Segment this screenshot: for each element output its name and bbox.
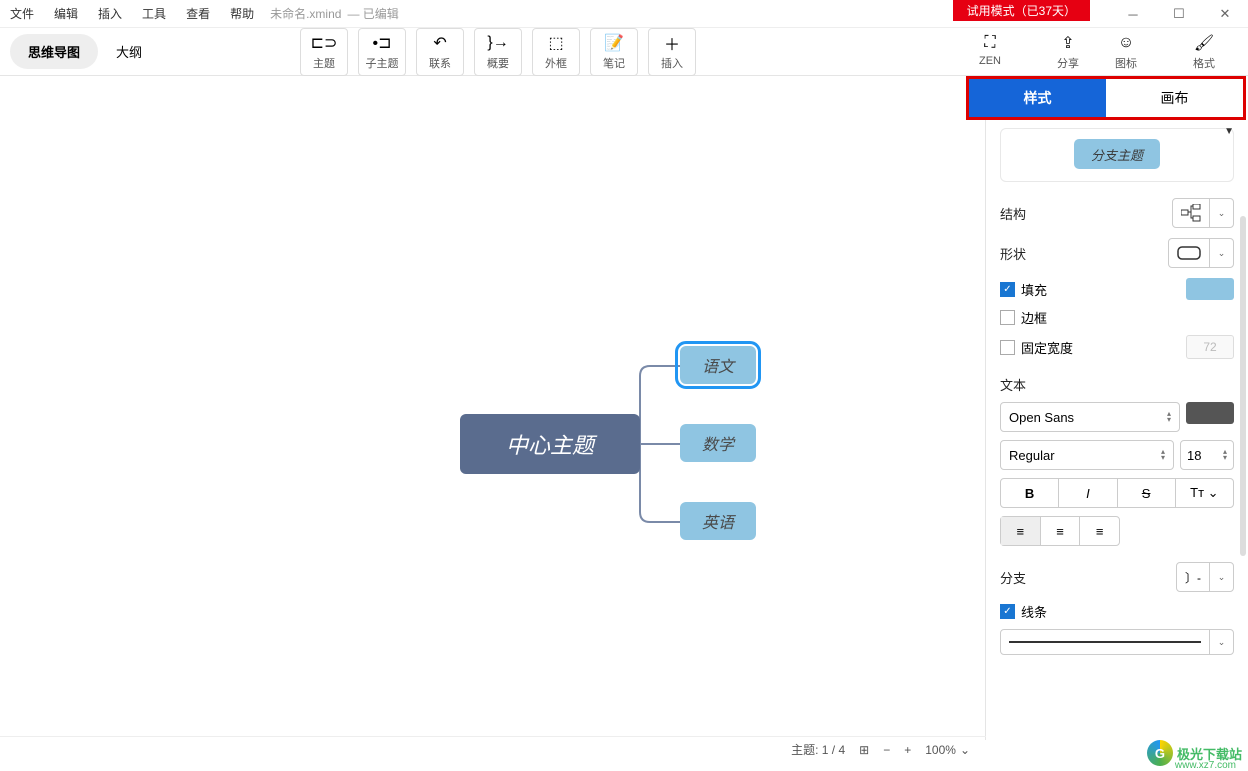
summary-icon: }→ — [487, 33, 508, 53]
share-icon: ⇪ — [1061, 33, 1074, 53]
structure-select[interactable]: ⌄ — [1172, 198, 1234, 228]
preview-node: 分支主题 — [1074, 139, 1160, 169]
watermark-logo-icon: G — [1147, 740, 1173, 766]
menu-edit[interactable]: 编辑 — [44, 5, 88, 22]
label-fill: 填充 — [1021, 280, 1047, 299]
label-line: 线条 — [1021, 602, 1047, 621]
tool-boundary[interactable]: ⬚外框 — [532, 28, 580, 76]
child-topic-2[interactable]: 数学 — [680, 424, 756, 462]
tool-relation[interactable]: ↶联系 — [416, 28, 464, 76]
chevron-down-icon: ⌄ — [1209, 239, 1233, 267]
bold-button[interactable]: B — [1001, 479, 1059, 507]
label-structure: 结构 — [1000, 204, 1026, 223]
updown-icon: ▴▾ — [1223, 449, 1227, 461]
tool-zen[interactable]: ⛶ZEN — [966, 29, 1014, 75]
menu-help[interactable]: 帮助 — [220, 5, 264, 22]
map-overview-button[interactable]: ⊞ — [859, 743, 869, 757]
align-left-button[interactable]: ≡ — [1001, 517, 1041, 545]
panel-tab-canvas[interactable]: 画布 — [1106, 79, 1243, 117]
child-topic-3[interactable]: 英语 — [680, 502, 756, 540]
checkbox-fill[interactable]: ✓ — [1000, 282, 1015, 297]
branch-select[interactable]: 〕- ⌄ — [1176, 562, 1234, 592]
fixed-width-input[interactable] — [1186, 335, 1234, 359]
strike-button[interactable]: S — [1118, 479, 1176, 507]
window-maximize[interactable]: ☐ — [1156, 0, 1202, 28]
tool-format[interactable]: 🖌格式 — [1180, 29, 1228, 75]
zoom-out-button[interactable]: − — [883, 743, 890, 757]
label-shape: 形状 — [1000, 244, 1026, 263]
font-family-select[interactable]: Open Sans▴▾ — [1000, 402, 1180, 432]
align-center-button[interactable]: ≡ — [1041, 517, 1081, 545]
smile-icon: ☺ — [1118, 33, 1134, 53]
topic-preview[interactable]: 分支主题 — [1000, 128, 1234, 182]
label-fixed-width: 固定宽度 — [1021, 338, 1073, 357]
updown-icon: ▴▾ — [1167, 411, 1171, 423]
document-name: 未命名.xmind — [270, 5, 341, 22]
toolbar: 思维导图 大纲 ⊏⊃主题 •⊐子主题 ↶联系 }→概要 ⬚外框 📝笔记 ＋插入 … — [0, 28, 1248, 76]
status-bar: 主题: 1 / 4 ⊞ − + 100% ⌄ — [0, 736, 986, 762]
chevron-down-icon: ⌄ — [1209, 630, 1233, 654]
note-icon: 📝 — [604, 33, 624, 53]
font-weight-select[interactable]: Regular▴▾ — [1000, 440, 1174, 470]
align-right-button[interactable]: ≡ — [1080, 517, 1119, 545]
format-panel: 样式 画布 分支主题 ▼ 结构 ⌄ 形状 ⌄ — [986, 76, 1248, 740]
line-style-select[interactable]: ⌄ — [1000, 629, 1234, 655]
topic-icon: ⊏⊃ — [311, 33, 338, 53]
structure-icon — [1173, 199, 1209, 227]
checkbox-fixed-width[interactable] — [1000, 340, 1015, 355]
canvas[interactable]: 中心主题 语文 数学 英语 — [0, 76, 986, 740]
text-case-button[interactable]: Tᴛ ⌄ — [1176, 479, 1233, 507]
label-border: 边框 — [1021, 308, 1047, 327]
chevron-down-icon[interactable]: ▼ — [1224, 126, 1234, 137]
italic-button[interactable]: I — [1059, 479, 1117, 507]
tool-icons[interactable]: ☺图标 — [1102, 29, 1150, 75]
tool-share[interactable]: ⇪分享 — [1044, 29, 1092, 75]
tool-insert[interactable]: ＋插入 — [648, 28, 696, 76]
updown-icon: ▴▾ — [1161, 449, 1165, 461]
tool-note[interactable]: 📝笔记 — [590, 28, 638, 76]
topic-count: 主题: 1 / 4 — [791, 741, 845, 758]
watermark-url: www.xz7.com — [1175, 760, 1236, 771]
titlebar: 文件 编辑 插入 工具 查看 帮助 未命名.xmind — 已编辑 试用模式（已… — [0, 0, 1248, 28]
scrollbar[interactable] — [1240, 216, 1246, 556]
fill-color-swatch[interactable] — [1186, 278, 1234, 300]
chevron-down-icon: ⌄ — [1209, 563, 1233, 591]
menu-insert[interactable]: 插入 — [88, 5, 132, 22]
checkbox-border[interactable] — [1000, 310, 1015, 325]
tab-outline[interactable]: 大纲 — [98, 34, 160, 69]
zoom-in-button[interactable]: + — [904, 743, 911, 757]
document-status: — 已编辑 — [347, 5, 398, 22]
font-size-select[interactable]: 18▴▾ — [1180, 440, 1234, 470]
panel-tab-style[interactable]: 样式 — [969, 79, 1106, 117]
boundary-icon: ⬚ — [548, 33, 563, 53]
menu-file[interactable]: 文件 — [0, 5, 44, 22]
relation-icon: ↶ — [433, 33, 446, 53]
central-topic[interactable]: 中心主题 — [460, 414, 640, 474]
subtopic-icon: •⊐ — [373, 33, 392, 53]
brush-icon: 🖌 — [1194, 33, 1214, 53]
trial-badge[interactable]: 试用模式（已37天） — [953, 0, 1090, 21]
plus-icon: ＋ — [664, 33, 680, 53]
zen-icon: ⛶ — [984, 33, 995, 53]
branch-icon: 〕- — [1177, 563, 1209, 591]
child-topic-1[interactable]: 语文 — [680, 346, 756, 384]
tab-mindmap[interactable]: 思维导图 — [10, 34, 98, 69]
label-branch: 分支 — [1000, 568, 1026, 587]
label-text: 文本 — [1000, 375, 1234, 394]
window-minimize[interactable]: ─ — [1110, 0, 1156, 28]
shape-icon — [1169, 239, 1209, 267]
text-color-swatch[interactable] — [1186, 402, 1234, 424]
chevron-down-icon: ⌄ — [1209, 199, 1233, 227]
tool-summary[interactable]: }→概要 — [474, 28, 522, 76]
checkbox-line[interactable]: ✓ — [1000, 604, 1015, 619]
tool-subtopic[interactable]: •⊐子主题 — [358, 28, 406, 76]
line-sample — [1009, 641, 1201, 643]
menu-tools[interactable]: 工具 — [132, 5, 176, 22]
zoom-level[interactable]: 100% ⌄ — [925, 743, 970, 757]
menu-view[interactable]: 查看 — [176, 5, 220, 22]
tool-topic[interactable]: ⊏⊃主题 — [300, 28, 348, 76]
window-close[interactable]: ✕ — [1202, 0, 1248, 28]
panel-tabs-highlight: 样式 画布 — [966, 76, 1246, 120]
shape-select[interactable]: ⌄ — [1168, 238, 1234, 268]
